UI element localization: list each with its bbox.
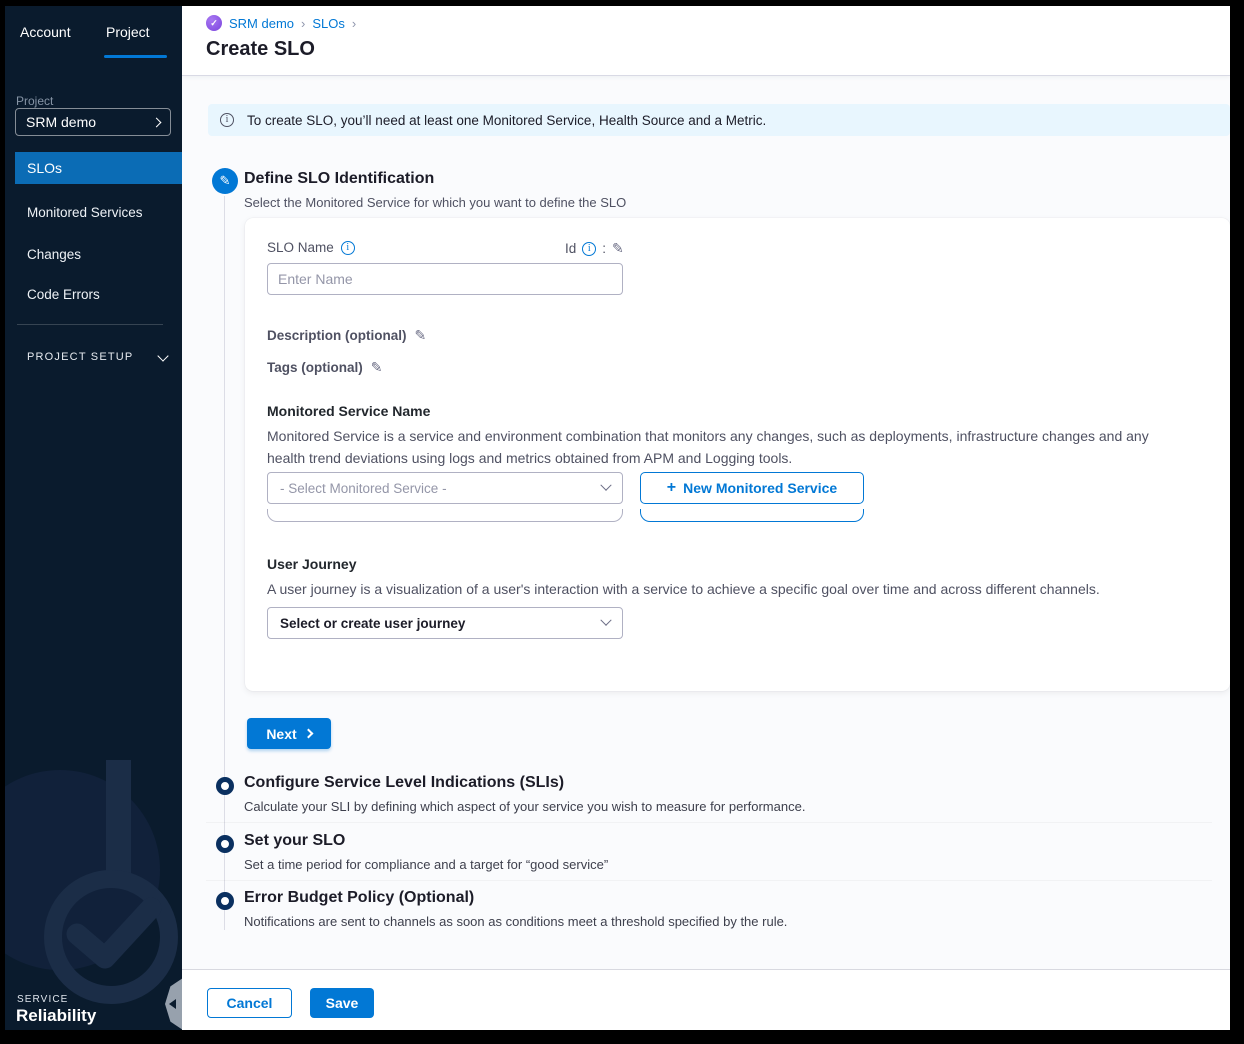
- module-eyebrow: SERVICE: [17, 994, 68, 1005]
- edit-description-icon[interactable]: [415, 327, 427, 344]
- description-label: Description (optional): [267, 328, 407, 343]
- project-selector[interactable]: SRM demo: [15, 108, 171, 136]
- step-error-budget-title: Error Budget Policy (Optional): [244, 889, 474, 907]
- step-indicator-sli[interactable]: [216, 777, 234, 795]
- info-banner: To create SLO, you’ll need at least one …: [208, 104, 1230, 136]
- chevron-right-icon: [152, 117, 162, 127]
- step-slo-subtitle: Set a time period for compliance and a t…: [244, 857, 608, 872]
- save-button[interactable]: Save: [310, 988, 374, 1018]
- project-section-label: Project: [16, 94, 53, 108]
- chevron-down-icon: [158, 350, 169, 361]
- cancel-button[interactable]: Cancel: [207, 988, 292, 1018]
- breadcrumb: SRM demo SLOs: [206, 15, 356, 31]
- tab-account[interactable]: Account: [20, 24, 71, 40]
- breadcrumb-slos-link[interactable]: SLOs: [312, 16, 345, 31]
- edit-id-icon[interactable]: [612, 240, 624, 257]
- step-slo-title: Set your SLO: [244, 832, 345, 850]
- info-icon[interactable]: [582, 242, 596, 256]
- main-content: SRM demo SLOs Create SLO To create SLO, …: [182, 6, 1230, 1030]
- slo-identification-card: SLO Name Id : Description (optional) Tag…: [245, 218, 1230, 691]
- step-separator: [206, 880, 1212, 881]
- description-toggle[interactable]: Description (optional): [267, 327, 426, 344]
- info-banner-text: To create SLO, you’ll need at least one …: [247, 113, 766, 128]
- sidebar-collapse-button[interactable]: [165, 978, 182, 1030]
- id-label-row: Id :: [565, 240, 624, 257]
- module-title: Reliability: [16, 1006, 96, 1026]
- chevron-down-icon: [600, 480, 611, 491]
- step-sli-title: Configure Service Level Indications (SLI…: [244, 774, 564, 792]
- user-journey-select[interactable]: Select or create user journey: [267, 607, 623, 639]
- action-footer: Cancel Save: [182, 969, 1230, 1030]
- reliability-watermark-icon: [5, 720, 182, 1030]
- slo-name-input[interactable]: [267, 263, 623, 295]
- sidebar-item-code-errors[interactable]: Code Errors: [5, 287, 182, 302]
- plus-icon: [667, 479, 676, 497]
- info-icon[interactable]: [341, 241, 355, 255]
- monitored-service-name-label: Monitored Service Name: [267, 403, 430, 419]
- slo-name-label: SLO Name: [267, 240, 334, 255]
- sidebar: Account Project Project SRM demo SLOs Mo…: [5, 6, 182, 1030]
- step-indicator-error-budget[interactable]: [216, 892, 234, 910]
- step-separator: [206, 822, 1212, 823]
- edit-tags-icon[interactable]: [371, 359, 383, 376]
- tags-toggle[interactable]: Tags (optional): [267, 359, 382, 376]
- tab-project[interactable]: Project: [106, 24, 150, 40]
- user-journey-description: A user journey is a visualization of a u…: [267, 578, 1179, 600]
- page-header: SRM demo SLOs Create SLO: [182, 6, 1230, 76]
- step-sli-subtitle: Calculate your SLI by defining which asp…: [244, 799, 805, 814]
- monitored-service-select[interactable]: - Select Monitored Service -: [267, 472, 623, 504]
- new-monitored-service-button[interactable]: New Monitored Service: [640, 472, 864, 504]
- step-indicator-slo[interactable]: [216, 835, 234, 853]
- monitored-service-select-placeholder: - Select Monitored Service -: [280, 481, 602, 496]
- wizard-connector-line: [224, 196, 225, 930]
- chevron-left-icon: [169, 999, 176, 1009]
- sidebar-item-changes[interactable]: Changes: [5, 247, 182, 262]
- user-journey-select-value: Select or create user journey: [280, 616, 602, 631]
- project-setup-label: PROJECT SETUP: [27, 351, 133, 363]
- ghost-select-edge: [267, 509, 623, 522]
- step-error-budget-subtitle: Notifications are sent to channels as so…: [244, 914, 787, 929]
- sidebar-item-slos[interactable]: SLOs: [15, 152, 182, 184]
- app-window: Account Project Project SRM demo SLOs Mo…: [0, 0, 1244, 1044]
- id-separator: :: [602, 241, 606, 256]
- sidebar-divider: [17, 324, 163, 325]
- slo-name-label-row: SLO Name: [267, 240, 355, 255]
- breadcrumb-separator-icon: [301, 16, 305, 31]
- project-selector-value: SRM demo: [26, 114, 96, 130]
- sidebar-item-monitored-services[interactable]: Monitored Services: [5, 205, 182, 220]
- breadcrumb-separator-icon: [352, 16, 356, 31]
- project-setup-toggle[interactable]: PROJECT SETUP: [27, 351, 167, 363]
- next-button[interactable]: Next: [247, 718, 331, 749]
- info-icon: [220, 113, 234, 127]
- id-label: Id: [565, 241, 576, 256]
- user-journey-label: User Journey: [267, 556, 356, 572]
- tab-project-active-underline: [104, 55, 167, 58]
- step1-title: Define SLO Identification: [244, 170, 434, 188]
- chevron-right-icon: [303, 729, 313, 739]
- sidebar-scope-tabs: Account Project: [5, 20, 182, 56]
- chevron-down-icon: [600, 615, 611, 626]
- srm-module-icon: [206, 15, 222, 31]
- step1-edit-icon: [212, 168, 238, 194]
- page-title: Create SLO: [206, 38, 315, 61]
- step1-subtitle: Select the Monitored Service for which y…: [244, 195, 626, 210]
- monitored-service-description: Monitored Service is a service and envir…: [267, 425, 1179, 469]
- tags-label: Tags (optional): [267, 360, 363, 375]
- ghost-button-edge: [640, 509, 864, 522]
- next-button-label: Next: [266, 726, 296, 742]
- breadcrumb-project-link[interactable]: SRM demo: [229, 16, 294, 31]
- new-monitored-service-label: New Monitored Service: [683, 480, 837, 496]
